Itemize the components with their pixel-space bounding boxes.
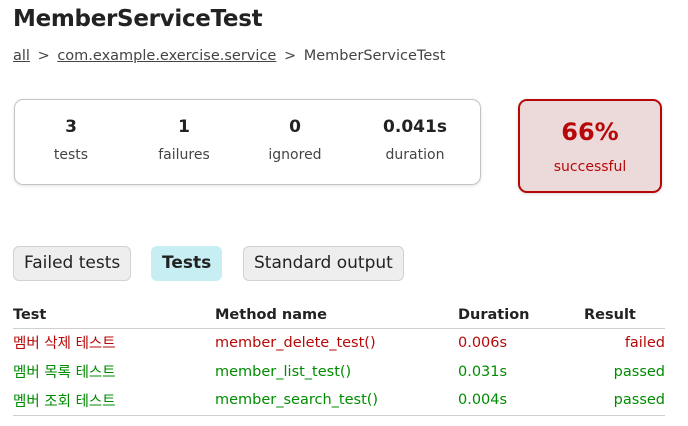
- tests-count: 3: [65, 117, 77, 137]
- method-name-cell: member_list_test(): [215, 363, 352, 380]
- tab-tests[interactable]: Tests: [151, 246, 223, 281]
- ignored-counter: 0 ignored: [245, 117, 345, 164]
- duration-label: duration: [385, 147, 445, 163]
- ignored-count: 0: [289, 117, 301, 137]
- summary-box: 3 tests 1 failures 0 ignored 0.041s dura…: [14, 99, 481, 185]
- breadcrumb-all-link[interactable]: all: [13, 48, 30, 64]
- test-name-cell: 멤버 목록 테스트: [13, 365, 116, 381]
- tests-counter: 3 tests: [21, 117, 121, 164]
- ignored-label: ignored: [268, 147, 322, 163]
- tests-table: Test Method name Duration Result 멤버 삭제 테…: [13, 303, 665, 416]
- duration-value: 0.041s: [383, 117, 447, 137]
- column-header-result: Result: [584, 303, 665, 329]
- success-percent: 66%: [561, 118, 619, 146]
- duration-cell: 0.004s: [458, 386, 584, 416]
- success-label: successful: [553, 159, 627, 175]
- success-rate-box: 66% successful: [518, 99, 662, 193]
- failures-label: failures: [158, 147, 210, 163]
- table-row: 멤버 삭제 테스트 member_delete_test() 0.006s fa…: [13, 328, 665, 357]
- result-cell: failed: [624, 334, 665, 351]
- failures-counter: 1 failures: [134, 117, 234, 164]
- duration-cell: 0.031s: [458, 363, 508, 380]
- tab-failed-tests[interactable]: Failed tests: [13, 246, 132, 281]
- result-cell: passed: [584, 386, 665, 416]
- method-name-cell: member_delete_test(): [215, 334, 376, 351]
- table-header-row: Test Method name Duration Result: [13, 303, 665, 329]
- tests-label: tests: [53, 147, 89, 163]
- test-name-cell: 멤버 삭제 테스트: [13, 336, 116, 353]
- table-row: 멤버 목록 테스트 member_list_test() 0.031s pass…: [13, 357, 665, 386]
- method-name-cell: member_search_test(): [215, 386, 458, 416]
- column-header-method: Method name: [215, 303, 458, 329]
- failures-count: 1: [178, 117, 190, 137]
- test-name-cell: 멤버 조회 테스트: [13, 386, 215, 416]
- table-row: 멤버 조회 테스트 member_search_test() 0.004s pa…: [13, 386, 665, 416]
- breadcrumb-current: MemberServiceTest: [303, 48, 446, 64]
- breadcrumb-separator: >: [283, 48, 297, 64]
- tab-standard-output[interactable]: Standard output: [243, 246, 404, 281]
- result-cell: passed: [613, 363, 665, 380]
- column-header-duration: Duration: [458, 303, 584, 329]
- duration-cell: 0.006s: [458, 334, 508, 351]
- page-title: MemberServiceTest: [13, 6, 263, 32]
- breadcrumb-separator: >: [37, 48, 50, 64]
- column-header-test: Test: [13, 303, 215, 329]
- duration-counter: 0.041s duration: [365, 117, 465, 164]
- breadcrumb-package-link[interactable]: com.example.exercise.service: [57, 48, 276, 64]
- breadcrumb: all > com.example.exercise.service > Mem…: [13, 48, 446, 64]
